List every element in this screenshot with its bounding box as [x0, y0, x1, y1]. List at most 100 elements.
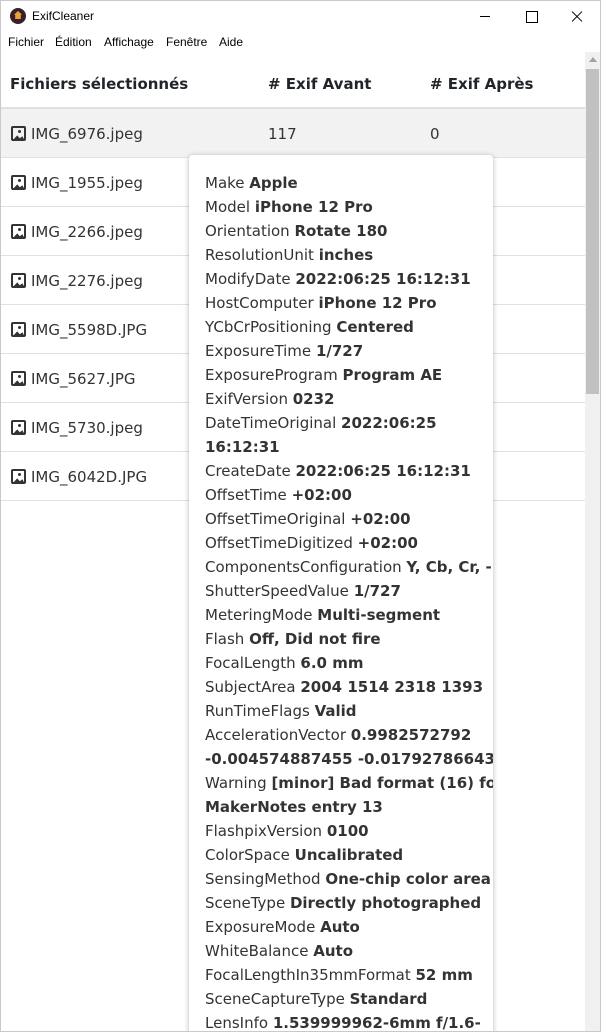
exif-tag-value: 2004 1514 2318 1393 [300, 678, 484, 696]
exif-tag-value: 52 mm [415, 966, 473, 984]
exif-tag-line: ExifVersion 0232 [205, 387, 335, 411]
scrollbar-thumb[interactable] [586, 69, 599, 394]
column-header-exif-before: # Exif Avant [268, 75, 372, 93]
exif-tag-line: OffsetTimeDigitized +02:00 [205, 531, 418, 555]
exif-tag-line: SubjectArea 2004 1514 2318 1393 [205, 675, 483, 699]
exif-tag-value: Valid [314, 702, 357, 720]
exif-tag-key: FocalLength [205, 654, 296, 672]
exif-tooltip: Make Apple Model iPhone 12 Pro Orientation… [189, 155, 493, 1031]
exif-tag-line: HostComputer iPhone 12 Pro [205, 291, 437, 315]
menu-edition[interactable]: Édition [55, 35, 92, 49]
scroll-up-arrow-icon[interactable] [589, 57, 597, 62]
exif-tag-value: 16:12:31 [205, 438, 280, 456]
exif-tag-line: OffsetTimeOriginal +02:00 [205, 507, 411, 531]
exif-tag-value: inches [318, 246, 374, 264]
exif-tag-line: -0.004574887455 -0.01792786643 [205, 747, 493, 771]
file-name: IMG_5627.JPG [31, 370, 136, 388]
exif-tag-value: MakerNotes entry 13 [205, 798, 383, 816]
exif-tag-key: OffsetTime [205, 486, 287, 504]
exif-tag-value: Uncalibrated [294, 846, 404, 864]
file-name: IMG_6042D.JPG [31, 468, 148, 486]
image-file-icon [11, 371, 26, 386]
menu-bar: Fichier Édition Affichage Fenêtre Aide [1, 32, 600, 52]
exif-tag-value: 2022:06:25 16:12:31 [295, 462, 471, 480]
exif-tag-value: 1/727 [353, 582, 401, 600]
file-name: IMG_6976.jpeg [31, 125, 143, 143]
image-file-icon [11, 175, 26, 190]
exif-after-count: 0 [430, 125, 440, 143]
exif-tag-line: SceneCaptureType Standard [205, 987, 427, 1011]
menu-fichier[interactable]: Fichier [8, 35, 44, 49]
exif-tag-key: OffsetTimeDigitized [205, 534, 353, 552]
exif-tag-value: Auto [313, 942, 353, 960]
exif-tag-line: DateTimeOriginal 2022:06:25 [205, 411, 437, 435]
minimize-button[interactable] [462, 1, 508, 32]
exif-tag-value: -0.004574887455 -0.01792786643 [205, 750, 493, 768]
menu-fenetre[interactable]: Fenêtre [166, 35, 207, 49]
exif-tag-key: CreateDate [205, 462, 291, 480]
maximize-button[interactable] [508, 1, 554, 32]
exif-tag-line: ExposureMode Auto [205, 915, 360, 939]
exif-tag-value: 0100 [326, 822, 369, 840]
exif-tag-key: ModifyDate [205, 270, 291, 288]
exif-tag-key: FlashpixVersion [205, 822, 323, 840]
image-file-icon [11, 224, 26, 239]
exif-tag-key: ExposureProgram [205, 366, 338, 384]
exif-tag-line: RunTimeFlags Valid [205, 699, 357, 723]
table-header: Fichiers sélectionnés # Exif Avant # Exi… [1, 52, 585, 109]
exif-tag-value: 1/727 [315, 342, 364, 360]
menu-aide[interactable]: Aide [219, 35, 243, 49]
exif-tag-key: SceneType [205, 894, 286, 912]
exif-tag-key: HostComputer [205, 294, 314, 312]
exif-tag-key: SensingMethod [205, 870, 321, 888]
exif-tag-key: Make [205, 174, 245, 192]
exif-tag-value: Directly photographed [289, 894, 482, 912]
exif-tag-line: Make Apple [205, 171, 298, 195]
exif-tag-value: 6.0 mm [300, 654, 364, 672]
exif-tag-key: MeteringMode [205, 606, 313, 624]
image-file-icon [11, 126, 26, 141]
image-file-icon [11, 420, 26, 435]
exif-tag-value: +02:00 [357, 534, 418, 552]
exif-tag-key: ExifVersion [205, 390, 288, 408]
exif-tag-value: Apple [249, 174, 298, 192]
table-row[interactable]: IMG_6976.jpeg 117 0 [1, 109, 585, 158]
exif-tag-value: Auto [320, 918, 360, 936]
exif-tag-line: Orientation Rotate 180 [205, 219, 388, 243]
exif-tag-value: Program AE [342, 366, 443, 384]
exifcleaner-logo-icon [10, 8, 26, 24]
exif-tag-key: OffsetTimeOriginal [205, 510, 346, 528]
exif-tag-value: 2022:06:25 [341, 414, 437, 432]
exif-tag-line: ColorSpace Uncalibrated [205, 843, 403, 867]
exif-tag-line: ResolutionUnit inches [205, 243, 373, 267]
exif-tag-key: ComponentsConfiguration [205, 558, 402, 576]
exif-tag-key: ExposureTime [205, 342, 312, 360]
exif-tag-line: ExposureTime 1/727 [205, 339, 363, 363]
exif-tag-line: Flash Off, Did not fire [205, 627, 381, 651]
exif-tag-key: AccelerationVector [205, 726, 347, 744]
exif-tag-line: Model iPhone 12 Pro [205, 195, 373, 219]
exif-tag-line: FocalLength 6.0 mm [205, 651, 363, 675]
exif-tag-line: ShutterSpeedValue 1/727 [205, 579, 401, 603]
file-name: IMG_2276.jpeg [31, 272, 143, 290]
exif-tag-value: Off, Did not fire [249, 630, 381, 648]
image-file-icon [11, 273, 26, 288]
close-button[interactable] [554, 1, 600, 32]
exif-tag-line: MakerNotes entry 13 [205, 795, 383, 819]
exif-tag-key: YCbCrPositioning [205, 318, 332, 336]
exif-tag-line: MeteringMode Multi-segment [205, 603, 440, 627]
menu-affichage[interactable]: Affichage [104, 35, 154, 49]
exif-tag-value: 0.9982572792 [350, 726, 472, 744]
window-title: ExifCleaner [32, 9, 95, 23]
vertical-scrollbar[interactable] [585, 52, 600, 1031]
title-bar: ExifCleaner [1, 1, 600, 32]
exif-tag-key: WhiteBalance [205, 942, 309, 960]
exif-tag-key: SubjectArea [205, 678, 296, 696]
exif-tag-value: Centered [336, 318, 414, 336]
exif-tag-key: SceneCaptureType [205, 990, 345, 1008]
exif-tag-line: 16:12:31 [205, 435, 280, 459]
exif-tag-key: Orientation [205, 222, 290, 240]
exif-tag-value: +02:00 [291, 486, 352, 504]
column-header-exif-after: # Exif Après [430, 75, 534, 93]
exif-tag-value: 2022:06:25 16:12:31 [295, 270, 471, 288]
